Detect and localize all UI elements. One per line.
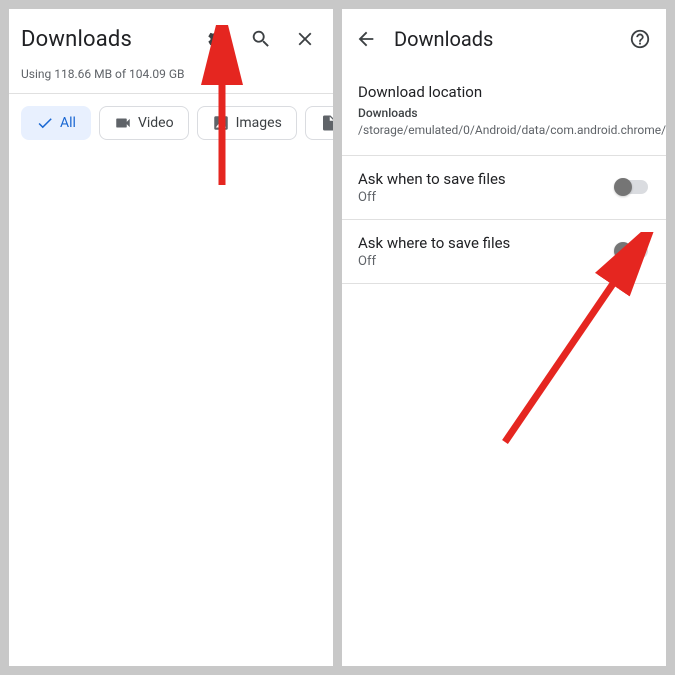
divider (342, 283, 666, 284)
ask-where-row[interactable]: Ask where to save files Off (342, 220, 666, 283)
ask-where-toggle[interactable] (614, 241, 650, 261)
settings-button[interactable] (197, 19, 237, 59)
gear-icon (206, 28, 228, 50)
header-right: Downloads (342, 9, 666, 69)
download-location-section[interactable]: Download location Downloads /storage/emu… (342, 69, 666, 155)
page-title: Downloads (394, 27, 612, 51)
arrow-back-icon (355, 28, 377, 50)
close-button[interactable] (285, 19, 325, 59)
row-title: Ask when to save files (358, 170, 614, 188)
close-icon (294, 28, 316, 50)
file-icon (320, 114, 333, 132)
help-icon (629, 28, 651, 50)
back-button[interactable] (346, 19, 386, 59)
search-button[interactable] (241, 19, 281, 59)
chip-images[interactable]: Images (197, 106, 297, 140)
check-icon (36, 114, 54, 132)
toggle-thumb (614, 178, 632, 196)
video-icon (114, 114, 132, 132)
chip-other[interactable]: Other (305, 106, 333, 140)
section-title: Download location (358, 83, 650, 101)
page-title: Downloads (21, 27, 193, 52)
chip-label: All (60, 115, 76, 131)
image-icon (212, 114, 230, 132)
downloads-panel: Downloads Using 118.66 MB of 104.09 GB A… (9, 9, 333, 666)
chip-all[interactable]: All (21, 106, 91, 140)
location-path: Downloads /storage/emulated/0/Android/da… (358, 105, 650, 139)
chip-label: Images (236, 115, 282, 131)
chip-label: Video (138, 115, 174, 131)
chip-video[interactable]: Video (99, 106, 189, 140)
storage-usage: Using 118.66 MB of 104.09 GB (9, 67, 333, 93)
toggle-thumb (614, 242, 632, 260)
header-left: Downloads (9, 9, 333, 67)
ask-when-row[interactable]: Ask when to save files Off (342, 156, 666, 219)
row-text: Ask when to save files Off (358, 170, 614, 205)
filter-chips: All Video Images Other (9, 94, 333, 152)
row-state: Off (358, 190, 614, 205)
download-settings-panel: Downloads Download location Downloads /s… (342, 9, 666, 666)
ask-when-toggle[interactable] (614, 177, 650, 197)
search-icon (250, 28, 272, 50)
help-button[interactable] (620, 19, 660, 59)
row-state: Off (358, 254, 614, 269)
row-title: Ask where to save files (358, 234, 614, 252)
row-text: Ask where to save files Off (358, 234, 614, 269)
